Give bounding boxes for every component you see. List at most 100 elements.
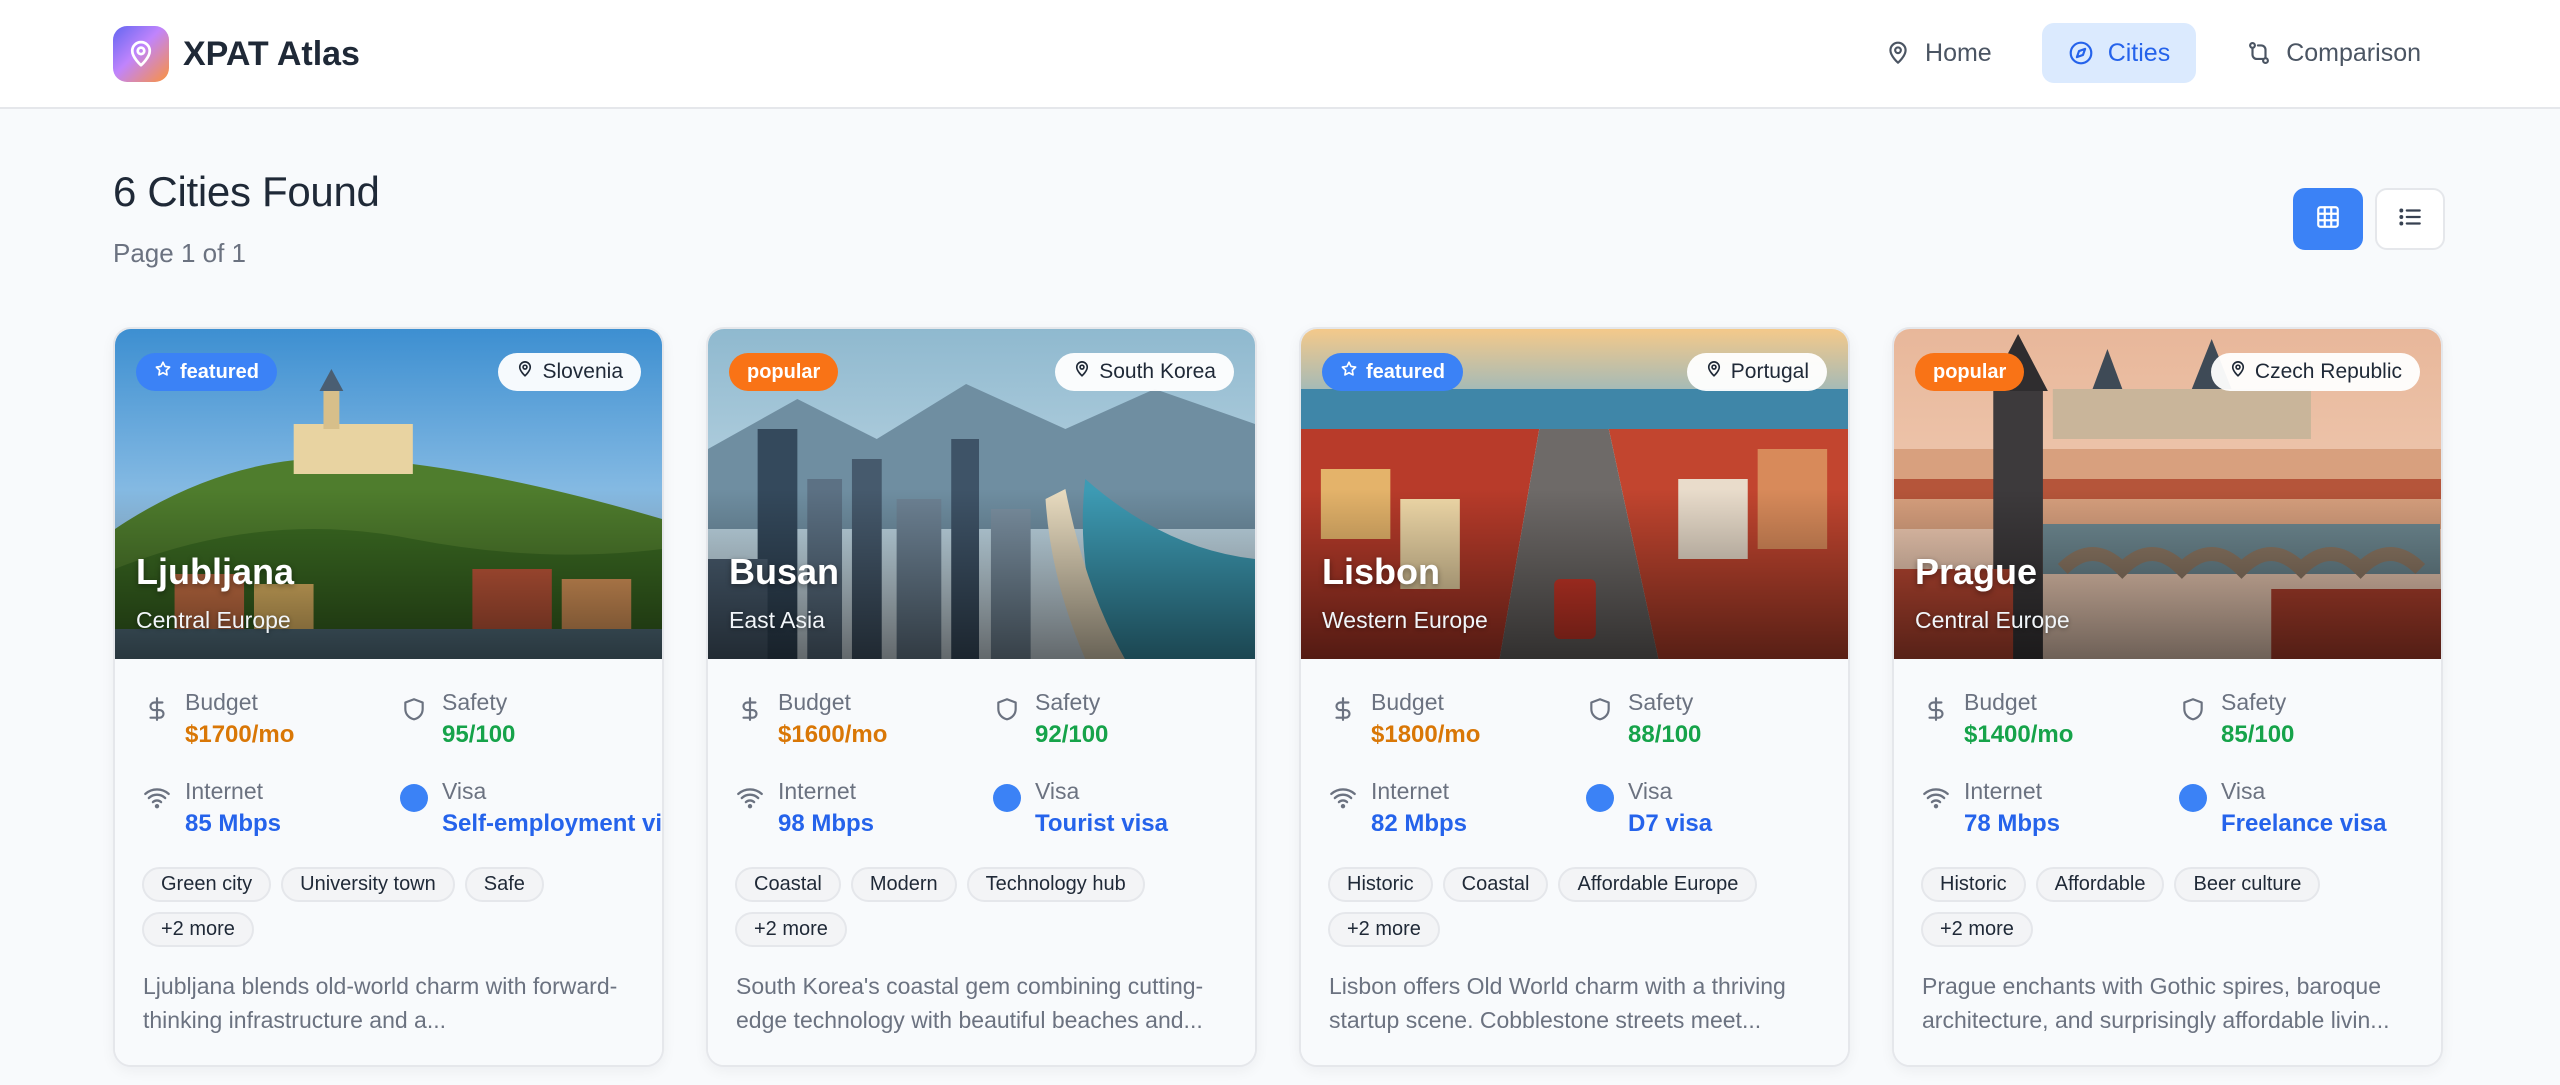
- nav-cities[interactable]: Cities: [2041, 23, 2197, 83]
- tag-chip: Affordable Europe: [1558, 867, 1758, 902]
- tag-list: Historic Affordable Beer culture +2 more: [1921, 867, 2421, 947]
- visa-dot-icon: [1586, 784, 1614, 812]
- map-pin-icon: [1073, 360, 1091, 384]
- internet-value: 85 Mbps: [185, 810, 282, 837]
- nav-comparison[interactable]: Comparison: [2220, 23, 2447, 83]
- app-title: XPAT Atlas: [183, 34, 360, 73]
- internet-value: 82 Mbps: [1371, 810, 1468, 837]
- visa-value: Tourist visa: [1035, 810, 1168, 837]
- visa-dot-icon: [993, 784, 1021, 812]
- tag-chip: Historic: [1328, 867, 1433, 902]
- city-name: Prague: [1915, 551, 2038, 592]
- budget-value: $1800/mo: [1371, 721, 1481, 748]
- city-region: East Asia: [729, 607, 825, 633]
- route-icon: [2246, 40, 2272, 66]
- more-tags-chip[interactable]: +2 more: [142, 912, 254, 947]
- city-description: South Korea's coastal gem combining cutt…: [736, 973, 1204, 1033]
- shield-icon: [2179, 695, 2207, 723]
- city-image: popular South Korea Busan East Asia: [708, 329, 1255, 659]
- safety-stat: Safety 88/100: [1586, 687, 1701, 753]
- internet-stat: Internet 82 Mbps: [1329, 776, 1467, 842]
- map-pin-icon: [1885, 40, 1911, 66]
- dollar-icon: [1329, 695, 1357, 723]
- tag-chip: Coastal: [1442, 867, 1549, 902]
- map-pin-icon: [113, 26, 169, 82]
- visa-value: D7 visa: [1628, 810, 1713, 837]
- wifi-icon: [1922, 784, 1950, 812]
- city-card-prague[interactable]: popular Czech Republic Prague Central Eu…: [1892, 327, 2443, 1067]
- featured-badge: featured: [136, 353, 277, 391]
- budget-value: $1700/mo: [185, 721, 295, 748]
- budget-stat: Budget $1800/mo: [1329, 687, 1480, 753]
- top-navbar: XPAT Atlas Home Cities Comparison: [0, 0, 2560, 109]
- popular-badge: popular: [729, 353, 839, 391]
- city-name: Ljubljana: [136, 551, 295, 592]
- city-name: Busan: [729, 551, 840, 592]
- nav-comparison-label: Comparison: [2286, 38, 2421, 67]
- city-region: Central Europe: [136, 607, 291, 633]
- budget-stat: Budget $1400/mo: [1922, 687, 2073, 753]
- country-badge: Portugal: [1686, 353, 1827, 391]
- more-tags-chip[interactable]: +2 more: [1921, 912, 2033, 947]
- safety-value: 95/100: [442, 721, 516, 748]
- budget-value: $1400/mo: [1964, 721, 2074, 748]
- dollar-icon: [736, 695, 764, 723]
- budget-value: $1600/mo: [778, 721, 888, 748]
- tag-chip: Green city: [142, 867, 272, 902]
- visa-dot-icon: [2179, 784, 2207, 812]
- country-badge: Slovenia: [498, 353, 641, 391]
- nav-home-label: Home: [1925, 38, 1992, 67]
- tag-chip: Historic: [1921, 867, 2026, 902]
- visa-value: Freelance visa: [2221, 810, 2387, 837]
- city-card-ljubljana[interactable]: featured Slovenia Ljubljana Central Euro…: [113, 327, 664, 1067]
- grid-view-button[interactable]: [2293, 188, 2363, 250]
- safety-value: 92/100: [1035, 721, 1109, 748]
- brand[interactable]: XPAT Atlas: [113, 26, 360, 82]
- internet-value: 78 Mbps: [1964, 810, 2061, 837]
- wifi-icon: [1329, 784, 1357, 812]
- map-pin-icon: [2229, 360, 2247, 384]
- country-badge: South Korea: [1055, 353, 1234, 391]
- city-image: featured Portugal Lisbon Western Europe: [1301, 329, 1848, 659]
- city-description: Ljubljana blends old-world charm with fo…: [143, 973, 618, 1033]
- tag-chip: Coastal: [735, 867, 841, 902]
- city-image: popular Czech Republic Prague Central Eu…: [1894, 329, 2441, 659]
- shield-icon: [400, 695, 428, 723]
- wifi-icon: [736, 784, 764, 812]
- star-icon: [1340, 360, 1358, 384]
- internet-stat: Internet 98 Mbps: [736, 776, 874, 842]
- city-card-grid: featured Slovenia Ljubljana Central Euro…: [113, 327, 2443, 1067]
- dollar-icon: [1922, 695, 1950, 723]
- safety-stat: Safety 95/100: [400, 687, 515, 753]
- city-description: Prague enchants with Gothic spires, baro…: [1922, 973, 2390, 1033]
- city-card-lisbon[interactable]: featured Portugal Lisbon Western Europe …: [1299, 327, 1850, 1067]
- internet-stat: Internet 78 Mbps: [1922, 776, 2060, 842]
- main-nav: Home Cities Comparison: [1859, 23, 2447, 83]
- safety-stat: Safety 92/100: [993, 687, 1108, 753]
- visa-value: Self-employment visa: [442, 810, 663, 837]
- safety-value: 85/100: [2221, 721, 2295, 748]
- tag-chip: Technology hub: [966, 867, 1145, 902]
- grid-icon: [2315, 204, 2341, 235]
- tag-chip: Safe: [464, 867, 544, 902]
- city-name: Lisbon: [1322, 551, 1440, 592]
- budget-stat: Budget $1600/mo: [736, 687, 887, 753]
- internet-value: 98 Mbps: [778, 810, 875, 837]
- safety-stat: Safety 85/100: [2179, 687, 2294, 753]
- list-view-button[interactable]: [2375, 188, 2445, 250]
- internet-stat: Internet 85 Mbps: [143, 776, 281, 842]
- shield-icon: [993, 695, 1021, 723]
- tag-chip: Affordable: [2035, 867, 2165, 902]
- dollar-icon: [143, 695, 171, 723]
- list-icon: [2397, 204, 2423, 235]
- city-card-busan[interactable]: popular South Korea Busan East Asia Budg…: [706, 327, 1257, 1067]
- view-toggle: [2293, 188, 2445, 250]
- tag-chip: University town: [281, 867, 455, 902]
- more-tags-chip[interactable]: +2 more: [735, 912, 847, 947]
- pagination-info: Page 1 of 1: [113, 238, 246, 268]
- more-tags-chip[interactable]: +2 more: [1328, 912, 1440, 947]
- visa-dot-icon: [400, 784, 428, 812]
- nav-home[interactable]: Home: [1859, 23, 2018, 83]
- tag-list: Green city University town Safe +2 more: [142, 867, 642, 947]
- city-region: Western Europe: [1322, 607, 1488, 633]
